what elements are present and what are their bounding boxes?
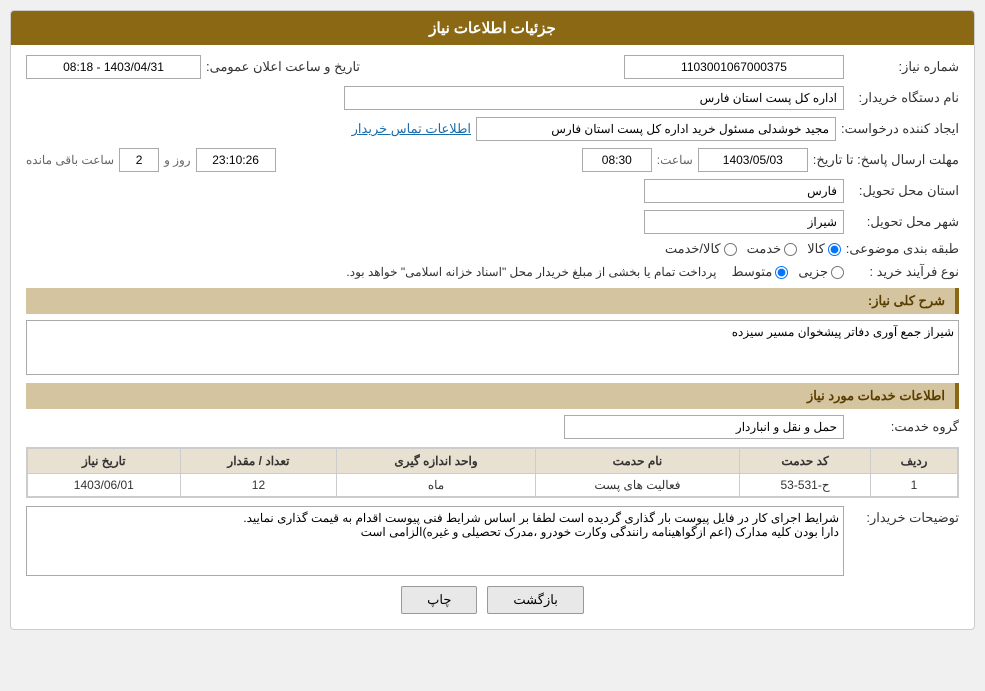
- city-label: شهر محل تحویل:: [849, 214, 959, 230]
- back-button[interactable]: بازگشت: [487, 586, 583, 614]
- services-table-container: ردیف کد حدمت نام حدمت واحد اندازه گیری ت…: [26, 447, 959, 498]
- service-group-input[interactable]: [564, 415, 844, 439]
- purchase-jozi-label: جزیی: [798, 264, 828, 280]
- cell-date: 1403/06/01: [28, 474, 181, 497]
- category-kala-option[interactable]: کالا: [807, 241, 841, 257]
- description-textarea[interactable]: شیراز جمع آوری دفاتر پیشخوان مسیر سیزده: [26, 320, 959, 375]
- service-group-label: گروه خدمت:: [849, 419, 959, 435]
- buyer-notes-label: توضیحات خریدار:: [849, 506, 959, 526]
- send-date-input[interactable]: [698, 148, 808, 172]
- category-service-option[interactable]: خدمت: [747, 241, 798, 257]
- announce-input[interactable]: [26, 55, 201, 79]
- category-service-radio[interactable]: [784, 243, 797, 256]
- remaining-time-input: [196, 148, 276, 172]
- category-label: طبقه بندی موضوعی:: [846, 241, 959, 257]
- cell-unit: ماه: [337, 474, 536, 497]
- category-radio-group: کالا خدمت کالا/خدمت: [665, 241, 841, 257]
- purchase-mota-radio[interactable]: [775, 266, 788, 279]
- services-section-header: اطلاعات خدمات مورد نیاز: [26, 383, 959, 409]
- buyer-org-label: نام دستگاه خریدار:: [849, 90, 959, 106]
- announce-label: تاریخ و ساعت اعلان عمومی:: [206, 59, 360, 75]
- send-time-input[interactable]: [582, 148, 652, 172]
- print-button[interactable]: چاپ: [401, 586, 477, 614]
- services-table: ردیف کد حدمت نام حدمت واحد اندازه گیری ت…: [27, 448, 958, 497]
- purchase-mota-label: متوسط: [731, 264, 772, 280]
- col-header-code: کد حدمت: [740, 449, 871, 474]
- purchase-jozi-option[interactable]: جزیی: [798, 264, 844, 280]
- city-input[interactable]: [644, 210, 844, 234]
- category-kala-label: کالا: [807, 241, 825, 257]
- cell-code: ح-531-53: [740, 474, 871, 497]
- description-section-header: شرح کلی نیاز:: [26, 288, 959, 314]
- purchase-note: پرداخت تمام یا بخشی از مبلغ خریدار محل "…: [346, 265, 716, 279]
- cell-row: 1: [871, 474, 958, 497]
- category-both-label: کالا/خدمت: [665, 241, 721, 257]
- send-deadline-label: مهلت ارسال پاسخ: تا تاریخ:: [813, 152, 959, 168]
- remaining-label: ساعت باقی مانده: [26, 153, 114, 167]
- send-time-label: ساعت:: [657, 153, 693, 167]
- col-header-row: ردیف: [871, 449, 958, 474]
- buyer-notes-textarea[interactable]: شرایط اجرای کار در فایل پیوست بار گذاری …: [26, 506, 844, 576]
- days-label: روز و: [164, 153, 191, 167]
- purchase-type-label: نوع فرآیند خرید :: [849, 264, 959, 280]
- col-header-name: نام حدمت: [535, 449, 739, 474]
- col-header-unit: واحد اندازه گیری: [337, 449, 536, 474]
- creator-input[interactable]: [476, 117, 836, 141]
- category-both-option[interactable]: کالا/خدمت: [665, 241, 737, 257]
- creator-label: ایجاد کننده درخواست:: [841, 121, 959, 137]
- need-number-label: شماره نیاز:: [849, 59, 959, 75]
- province-input[interactable]: [644, 179, 844, 203]
- purchase-jozi-radio[interactable]: [831, 266, 844, 279]
- action-buttons: بازگشت چاپ: [26, 586, 959, 614]
- category-both-radio[interactable]: [724, 243, 737, 256]
- contact-link[interactable]: اطلاعات تماس خریدار: [352, 121, 471, 137]
- col-header-date: تاریخ نیاز: [28, 449, 181, 474]
- purchase-radio-group: جزیی متوسط: [731, 264, 844, 280]
- page-header: جزئیات اطلاعات نیاز: [11, 11, 974, 45]
- province-label: استان محل تحویل:: [849, 183, 959, 199]
- category-kala-radio[interactable]: [828, 243, 841, 256]
- category-service-label: خدمت: [747, 241, 782, 257]
- table-row: 1 ح-531-53 فعالیت های پست ماه 12 1403/06…: [28, 474, 958, 497]
- buyer-org-input[interactable]: [344, 86, 844, 110]
- col-header-qty: تعداد / مقدار: [180, 449, 337, 474]
- cell-name: فعالیت های پست: [535, 474, 739, 497]
- days-input: [119, 148, 159, 172]
- purchase-mota-option[interactable]: متوسط: [731, 264, 788, 280]
- cell-qty: 12: [180, 474, 337, 497]
- need-number-input[interactable]: [624, 55, 844, 79]
